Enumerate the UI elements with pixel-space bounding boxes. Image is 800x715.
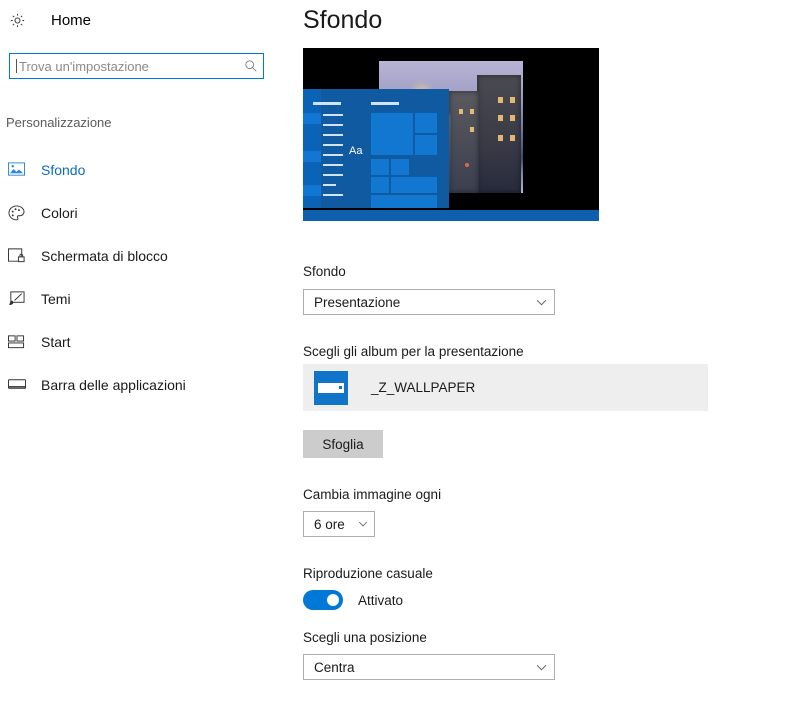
- sidebar-item-label: Temi: [41, 290, 71, 307]
- position-value: Centra: [314, 659, 355, 675]
- album-folder-icon: [314, 370, 348, 405]
- position-label: Scegli una posizione: [303, 630, 427, 645]
- wallpaper-window: [510, 135, 515, 141]
- search-input[interactable]: Trova un'impostazione: [9, 53, 264, 79]
- home-button[interactable]: Home: [9, 10, 91, 30]
- start-list-item: [323, 194, 343, 196]
- palette-icon: [8, 203, 34, 223]
- wallpaper-window: [498, 115, 503, 121]
- albums-label: Scegli gli album per la presentazione: [303, 344, 524, 359]
- wallpaper-window: [470, 127, 474, 132]
- shuffle-label: Riproduzione casuale: [303, 566, 433, 581]
- start-header-bar: [313, 102, 341, 105]
- start-rail: [303, 89, 321, 208]
- start-tile-text: Aa: [349, 145, 363, 157]
- search-placeholder: Trova un'impostazione: [19, 58, 149, 74]
- wallpaper-window: [510, 97, 515, 103]
- start-tile: [391, 177, 437, 193]
- sidebar-item-label: Start: [41, 333, 71, 350]
- wallpaper-signature: · · ·: [511, 187, 517, 190]
- start-tile: [371, 195, 437, 208]
- chevron-down-icon: [528, 664, 554, 671]
- start-tile: [391, 159, 409, 175]
- wallpaper-window: [498, 135, 503, 141]
- shuffle-state-label: Attivato: [358, 592, 404, 608]
- toggle-knob: [327, 594, 339, 606]
- sidebar-item-label: Colori: [41, 204, 78, 221]
- sidebar-item-start[interactable]: Start: [0, 320, 290, 363]
- sidebar-item-temi[interactable]: Temi: [0, 277, 290, 320]
- sidebar-item-sfondo[interactable]: Sfondo: [0, 148, 290, 191]
- chevron-down-icon: [528, 299, 554, 306]
- interval-label: Cambia immagine ogni: [303, 487, 442, 502]
- preview-taskbar: [303, 210, 599, 221]
- wallpaper-window: [459, 109, 463, 114]
- sidebar-item-label: Schermata di blocco: [41, 247, 168, 264]
- start-list-item: [323, 184, 336, 186]
- album-name: _Z_WALLPAPER: [371, 380, 476, 395]
- start-list-item: [323, 114, 343, 116]
- start-list-item: [323, 124, 343, 126]
- wallpaper-window: [470, 109, 474, 114]
- start-list-item: [323, 134, 343, 136]
- start-tile: [371, 159, 389, 175]
- start-tile: [371, 177, 389, 193]
- start-rail-highlight: [303, 151, 321, 162]
- sidebar-nav: Sfondo Colori Schermata di blocco Temi S…: [0, 148, 290, 406]
- picture-icon: [8, 160, 34, 180]
- shuffle-toggle-row: Attivato: [303, 590, 403, 610]
- position-select[interactable]: Centra: [303, 654, 555, 680]
- start-tile: [415, 135, 437, 155]
- background-type-label: Sfondo: [303, 264, 346, 279]
- sidebar-item-label: Barra delle applicazioni: [41, 376, 186, 393]
- sidebar-item-colori[interactable]: Colori: [0, 191, 290, 234]
- page-title: Sfondo: [303, 6, 383, 34]
- start-rail-highlight: [303, 185, 321, 196]
- wallpaper-light: [465, 163, 469, 167]
- browse-button[interactable]: Sfoglia: [303, 430, 383, 458]
- gear-icon: [9, 10, 35, 30]
- sidebar-item-schermata-di-blocco[interactable]: Schermata di blocco: [0, 234, 290, 277]
- sidebar-section-title: Personalizzazione: [6, 115, 112, 130]
- lock-screen-icon: [8, 246, 34, 266]
- sidebar-item-barra-delle-applicazioni[interactable]: Barra delle applicazioni: [0, 363, 290, 406]
- main-content: Sfondo · · · Aa Sfondo Presentazione Sce…: [303, 0, 800, 715]
- start-tiles-icon: [8, 332, 34, 352]
- start-list-item: [323, 164, 343, 166]
- wallpaper-window: [498, 97, 503, 103]
- chevron-down-icon: [352, 521, 374, 527]
- wallpaper-building: [477, 75, 521, 193]
- wallpaper-building: [449, 91, 479, 193]
- album-folder-pin: [339, 385, 342, 389]
- interval-select[interactable]: 6 ore: [303, 511, 375, 537]
- start-list-item: [323, 154, 343, 156]
- start-list-item: [323, 144, 343, 146]
- theme-brush-icon: [8, 289, 34, 309]
- album-list-item[interactable]: _Z_WALLPAPER: [303, 364, 708, 411]
- home-label: Home: [51, 11, 92, 29]
- background-type-select[interactable]: Presentazione: [303, 289, 555, 315]
- preview-taskbar-inner: [303, 210, 599, 221]
- settings-window: Home Trova un'impostazione Personalizzaz…: [0, 0, 800, 715]
- wallpaper-preview: · · · Aa: [303, 48, 599, 221]
- start-list-item: [323, 174, 343, 176]
- start-group-bar: [371, 102, 399, 105]
- background-type-value: Presentazione: [314, 294, 401, 310]
- start-tile: [415, 113, 437, 133]
- taskbar-icon: [8, 375, 34, 395]
- wallpaper-window: [510, 115, 515, 121]
- preview-start-menu: Aa: [303, 89, 449, 208]
- start-tile: [371, 113, 413, 155]
- start-rail-highlight: [303, 113, 321, 124]
- interval-value: 6 ore: [314, 516, 345, 532]
- search-icon[interactable]: [239, 59, 263, 73]
- sidebar: Home Trova un'impostazione Personalizzaz…: [0, 0, 290, 715]
- shuffle-toggle[interactable]: [303, 590, 343, 610]
- sidebar-item-label: Sfondo: [41, 161, 86, 178]
